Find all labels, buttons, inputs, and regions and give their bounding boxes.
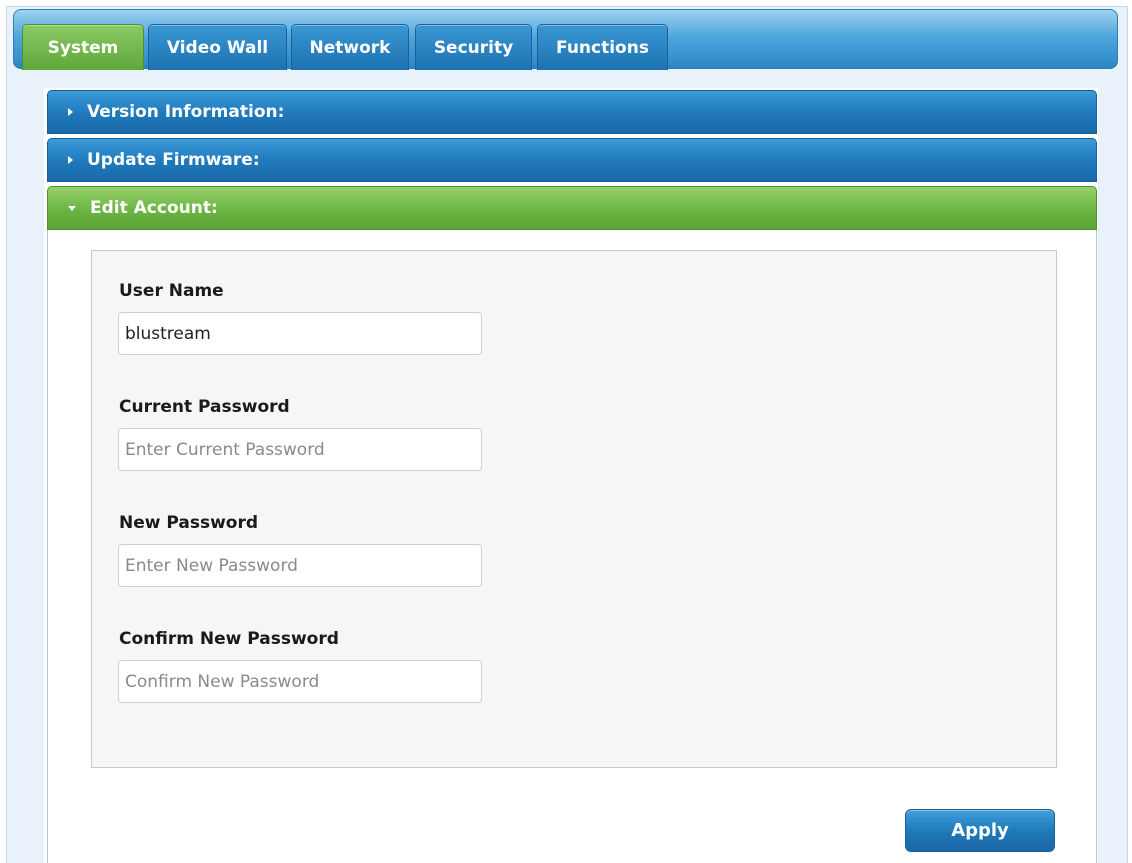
edit-account-form: User Name Current Password New Password … — [91, 250, 1057, 768]
caret-right-icon — [68, 156, 73, 164]
section-label: Edit Account: — [90, 198, 218, 218]
caret-down-icon — [68, 205, 76, 211]
section-label: Update Firmware: — [87, 150, 260, 170]
tab-security[interactable]: Security — [415, 24, 532, 70]
current-password-input[interactable] — [118, 428, 482, 471]
current-password-label: Current Password — [119, 397, 290, 417]
tab-system[interactable]: System — [22, 24, 144, 70]
section-edit-account[interactable]: Edit Account: — [47, 186, 1097, 230]
confirm-password-input[interactable] — [118, 660, 482, 703]
tab-video-wall[interactable]: Video Wall — [148, 24, 287, 70]
tab-functions[interactable]: Functions — [537, 24, 668, 70]
system-panel: Version Information: Update Firmware: Ed… — [44, 88, 1098, 863]
section-update-firmware[interactable]: Update Firmware: — [47, 138, 1097, 182]
user-name-input[interactable] — [118, 312, 482, 355]
user-name-label: User Name — [119, 281, 224, 301]
new-password-label: New Password — [119, 513, 259, 533]
main-tab-bar: System Video Wall Network Security Funct… — [13, 9, 1118, 70]
section-label: Version Information: — [87, 102, 285, 122]
confirm-password-label: Confirm New Password — [119, 629, 339, 649]
tab-network[interactable]: Network — [291, 24, 409, 70]
apply-button[interactable]: Apply — [905, 809, 1055, 852]
section-version-information[interactable]: Version Information: — [47, 90, 1097, 134]
caret-right-icon — [68, 108, 73, 116]
edit-account-body: User Name Current Password New Password … — [47, 230, 1097, 863]
new-password-input[interactable] — [118, 544, 482, 587]
